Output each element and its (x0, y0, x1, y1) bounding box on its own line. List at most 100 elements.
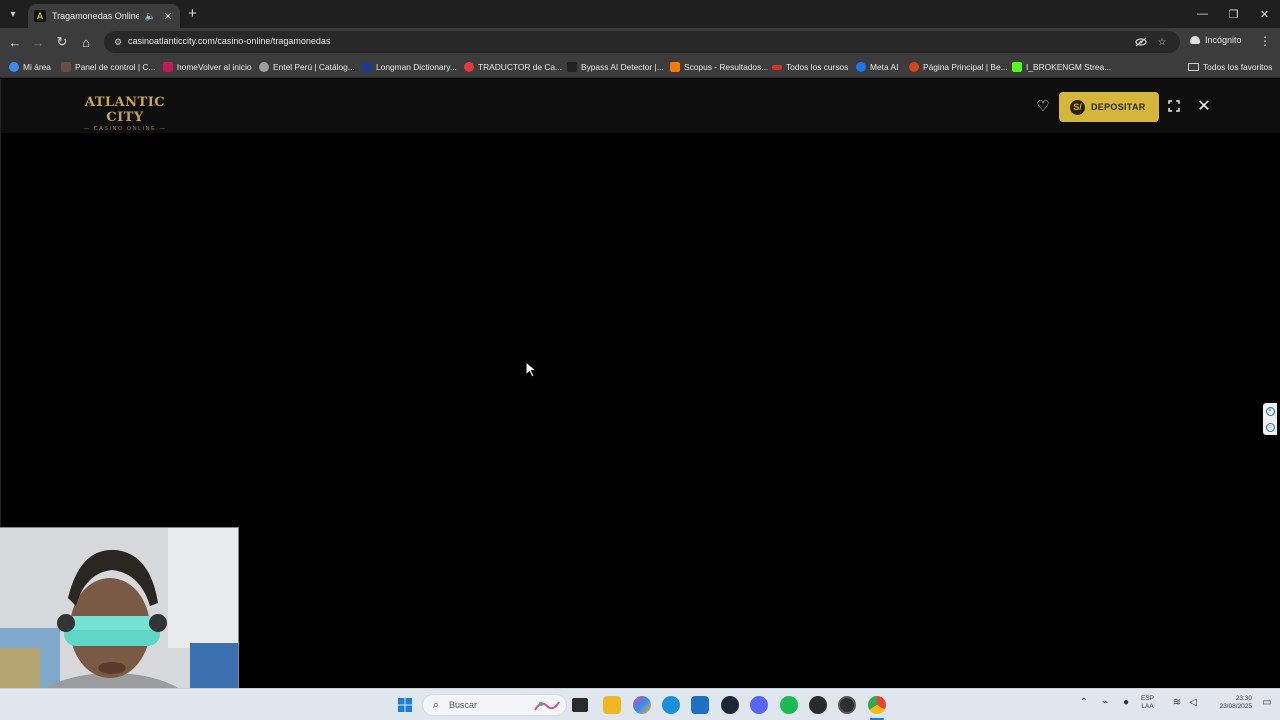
browser-titlebar: ▾ A Tragamonedas Online | Slo 🔈 ✕ + — ❐ … (0, 0, 1280, 28)
clock[interactable]: 23:30 23/08/2025 (1208, 695, 1252, 711)
deposit-label: DEPOSITAR (1091, 102, 1146, 112)
incognito-icon (1190, 36, 1200, 44)
widget-close-icon[interactable]: × (1265, 406, 1275, 416)
tab-title: Tragamonedas Online | Slo (52, 11, 139, 21)
bookmark-favicon-icon (856, 62, 866, 72)
store-icon[interactable] (691, 696, 709, 714)
tray-overflow-icon[interactable]: ⌃ (1077, 697, 1091, 708)
deposit-button[interactable]: S/ DEPOSITAR (1059, 92, 1159, 122)
tab-close-icon[interactable]: ✕ (162, 10, 174, 23)
volume-icon[interactable]: ◁ (1186, 697, 1200, 708)
notifications-icon[interactable]: ▭ (1260, 697, 1274, 708)
bookmark-label: Entel Perú | Catálog... (273, 62, 355, 72)
bookmark-item[interactable]: I_BROKENGM Strea... (1012, 60, 1111, 74)
app-icon-2[interactable] (838, 696, 856, 714)
reload-button[interactable]: ↻ (53, 33, 71, 51)
language-indicator[interactable]: ESP LAA (1141, 695, 1154, 711)
bookmark-favicon-icon (9, 62, 19, 72)
tab-active[interactable]: A Tragamonedas Online | Slo 🔈 ✕ (28, 4, 180, 28)
bookmark-favicon-icon (61, 62, 71, 72)
close-window-button[interactable]: ✕ (1249, 0, 1280, 28)
discord-icon[interactable] (750, 696, 768, 714)
spotify-icon[interactable] (780, 696, 798, 714)
back-button[interactable]: ← (6, 33, 24, 51)
bookmark-favicon-icon (909, 62, 919, 72)
bookmark-item[interactable]: Panel de control | C... (61, 60, 155, 74)
bookmark-item[interactable]: Página Principal | Be... (909, 60, 1008, 74)
search-placeholder: Buscar (449, 700, 478, 710)
taskbar-search[interactable]: ⌕ Buscar (422, 694, 567, 716)
mouse-cursor-icon (525, 361, 538, 378)
search-icon: ⌕ (432, 698, 440, 711)
browser-menu-button[interactable]: ⋮ (1259, 34, 1271, 48)
bookmark-item[interactable]: Meta AI (856, 60, 898, 74)
language-line2: LAA (1141, 703, 1154, 710)
bookmark-label: Página Principal | Be... (923, 62, 1008, 72)
search-highlight-icon (534, 701, 560, 711)
bookmark-item[interactable]: Entel Perú | Catálog... (259, 60, 355, 74)
bookmark-favicon-icon (567, 62, 577, 72)
file-explorer-icon[interactable] (603, 696, 621, 714)
bookmark-star-icon[interactable]: ☆ (1155, 35, 1169, 49)
bookmark-favicon-icon (259, 62, 269, 72)
bookmark-label: Longman Dictionary... (376, 62, 457, 72)
tray-network-alt-icon[interactable]: ⌁ (1098, 697, 1112, 708)
edge-icon[interactable] (662, 696, 680, 714)
forward-button[interactable]: → (29, 33, 47, 51)
bookmark-item[interactable]: homeVolver al inicio (163, 60, 251, 74)
address-bar[interactable]: ⚙ casinoatlanticcity.com/casino-online/t… (104, 31, 1180, 53)
tab-search-icon[interactable]: ▾ (4, 5, 22, 23)
window-controls: — ❐ ✕ (1187, 0, 1280, 28)
folder-icon (1188, 63, 1199, 71)
minimize-button[interactable]: — (1187, 0, 1218, 28)
tray-mic-icon[interactable]: ● (1119, 697, 1133, 708)
clock-time: 23:30 (1235, 695, 1252, 702)
bookmark-favicon-icon (670, 62, 680, 72)
new-tab-button[interactable]: + (188, 6, 197, 21)
bookmark-label: Todos los cursos (786, 62, 849, 72)
wifi-icon[interactable]: ≋ (1170, 697, 1184, 708)
bookmark-label: Scopus - Resultados... (684, 62, 769, 72)
clock-date: 23/08/2025 (1219, 703, 1252, 710)
chrome-icon[interactable] (868, 696, 886, 714)
bookmark-favicon-icon (464, 62, 474, 72)
restore-button[interactable]: ❐ (1218, 0, 1249, 28)
browser-toolbar: ← → ↻ ⌂ ⚙ casinoatlanticcity.com/casino-… (0, 28, 1280, 56)
tab-audio-icon[interactable]: 🔈 (145, 11, 156, 22)
screen: ▾ A Tragamonedas Online | Slo 🔈 ✕ + — ❐ … (0, 0, 1280, 720)
bookmark-item[interactable]: TRADUCTOR de Ca... (464, 60, 562, 74)
bookmark-favicon-icon (772, 64, 782, 70)
incognito-indicator[interactable]: Incógnito (1190, 35, 1242, 45)
bookmark-item[interactable]: Bypass AI Detector |... (567, 60, 664, 74)
all-favorites-button[interactable]: Todos los favoritos (1188, 60, 1272, 74)
start-windows-icon[interactable] (396, 696, 414, 714)
bookmark-item[interactable]: Mi área (9, 60, 51, 74)
eye-off-icon[interactable] (1134, 35, 1148, 49)
favorite-heart-icon[interactable]: ♡ (1034, 97, 1052, 115)
close-game-icon[interactable]: ✕ (1196, 98, 1212, 115)
bookmark-item[interactable]: Longman Dictionary... (362, 60, 457, 74)
bookmark-item[interactable]: Todos los cursos (772, 60, 848, 74)
bookmark-label: Meta AI (870, 62, 899, 72)
fullscreen-icon[interactable] (1166, 98, 1182, 114)
logo-sub-text: — CASINO ONLINE — (83, 126, 167, 132)
home-button[interactable]: ⌂ (77, 33, 95, 51)
bookmark-label: Panel de control | C... (75, 62, 156, 72)
copilot-icon[interactable] (633, 696, 651, 714)
steam-icon[interactable] (721, 696, 739, 714)
logo-main-text: ATLANTIC CITY (84, 95, 166, 125)
url-text[interactable]: casinoatlanticcity.com/casino-online/tra… (128, 36, 330, 46)
bookmark-item[interactable]: Scopus - Resultados... (670, 60, 768, 74)
tab-favicon-icon: A (34, 10, 46, 22)
bookmark-label: Mi área (23, 62, 51, 72)
language-line1: ESP (1141, 695, 1155, 702)
bookmark-label: TRADUCTOR de Ca... (478, 62, 563, 72)
widget-chat-icon[interactable]: ○ (1265, 422, 1275, 432)
side-widget[interactable]: × ○ (1263, 403, 1277, 435)
app-icon[interactable] (809, 696, 827, 714)
bookmark-favicon-icon (1012, 62, 1022, 72)
site-info-icon[interactable]: ⚙ (111, 35, 125, 49)
task-view-icon[interactable] (572, 698, 588, 712)
windows-taskbar: ⌕ Buscar ⌃ ⌁ ● ESP LAA ≋ ◁ 23:30 23/08/2… (0, 688, 1280, 720)
atlantic-city-logo[interactable]: ATLANTIC CITY — CASINO ONLINE — (67, 95, 183, 132)
